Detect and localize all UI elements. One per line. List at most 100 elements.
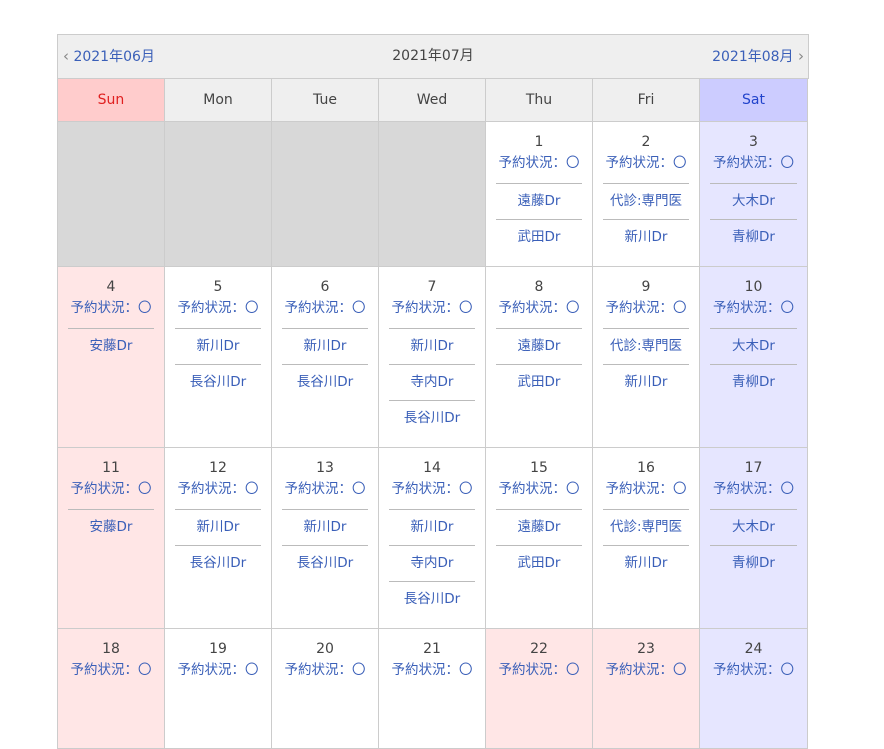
day-number: 8 — [534, 279, 544, 295]
doctor-link[interactable]: 武田Dr — [496, 219, 582, 255]
reservation-status-link[interactable]: 予約状況：〇 — [603, 478, 689, 509]
doctor-link[interactable]: 遠藤Dr — [496, 328, 582, 364]
calendar: ‹ 2021年06月 2021年07月 2021年08月 › Sun Mon T… — [57, 34, 809, 749]
day-cell: 2 予約状況：〇 代診:専門医 新川Dr — [593, 122, 700, 267]
doctor-link[interactable]: 新川Dr — [175, 509, 261, 545]
doctor-link[interactable]: 寺内Dr — [389, 364, 475, 400]
reservation-status-link[interactable]: 予約状況：〇 — [710, 659, 797, 690]
reservation-status-link[interactable]: 予約状況：〇 — [389, 297, 475, 328]
day-cell: 21 予約状況：〇 — [379, 629, 486, 749]
day-cell: 10 予約状況：〇 大木Dr 青柳Dr — [700, 267, 808, 448]
day-number: 11 — [102, 460, 120, 476]
doctor-link[interactable]: 大木Dr — [710, 183, 797, 219]
day-number: 24 — [744, 641, 763, 657]
reservation-status-link[interactable]: 予約状況：〇 — [496, 152, 582, 183]
day-cell: 11 予約状況：〇 安藤Dr — [58, 448, 165, 629]
doctor-link[interactable]: 遠藤Dr — [496, 509, 582, 545]
day-number: 23 — [637, 641, 655, 657]
reservation-status-link[interactable]: 予約状況：〇 — [389, 478, 475, 509]
day-cell-empty — [165, 122, 272, 267]
weekday-header-row: Sun Mon Tue Wed Thu Fri Sat — [58, 79, 809, 122]
reservation-status-link[interactable]: 予約状況：〇 — [710, 478, 797, 509]
doctor-link[interactable]: 新川Dr — [389, 328, 475, 364]
doctor-link[interactable]: 安藤Dr — [68, 509, 154, 545]
day-number: 17 — [744, 460, 763, 476]
next-month-label: 2021年08月 — [712, 49, 794, 65]
weekday-sun: Sun — [58, 79, 165, 122]
day-cell: 12 予約状況：〇 新川Dr 長谷川Dr — [165, 448, 272, 629]
day-number: 4 — [106, 279, 116, 295]
doctor-link[interactable]: 青柳Dr — [710, 545, 797, 581]
reservation-status-link[interactable]: 予約状況：〇 — [282, 297, 368, 328]
day-cell: 7 予約状況：〇 新川Dr 寺内Dr 長谷川Dr — [379, 267, 486, 448]
reservation-status-link[interactable]: 予約状況：〇 — [603, 297, 689, 328]
doctor-link[interactable]: 長谷川Dr — [389, 581, 475, 617]
reservation-status-link[interactable]: 予約状況：〇 — [496, 297, 582, 328]
next-month-link[interactable]: 2021年08月 › — [712, 35, 804, 79]
doctor-link[interactable]: 武田Dr — [496, 545, 582, 581]
month-nav: ‹ 2021年06月 2021年07月 2021年08月 › — [58, 35, 809, 79]
day-number: 5 — [213, 279, 223, 295]
doctor-link[interactable]: 新川Dr — [603, 545, 689, 581]
calendar-body: 1 予約状況：〇 遠藤Dr 武田Dr 2 予約状況：〇 代診:専門医 新川Dr 3 予約状況：〇大… — [58, 122, 809, 749]
day-number: 9 — [641, 279, 651, 295]
reservation-status-link[interactable]: 予約状況：〇 — [389, 659, 475, 690]
doctor-link[interactable]: 長谷川Dr — [389, 400, 475, 436]
doctor-link[interactable]: 大木Dr — [710, 509, 797, 545]
day-number: 19 — [209, 641, 227, 657]
reservation-status-link[interactable]: 予約状況：〇 — [496, 478, 582, 509]
day-number: 6 — [320, 279, 330, 295]
reservation-status-link[interactable]: 予約状況：〇 — [175, 297, 261, 328]
doctor-link[interactable]: 青柳Dr — [710, 364, 797, 400]
doctor-link[interactable]: 新川Dr — [175, 328, 261, 364]
day-number: 20 — [316, 641, 334, 657]
reservation-status-link[interactable]: 予約状況：〇 — [603, 152, 689, 183]
day-cell: 13 予約状況：〇 新川Dr 長谷川Dr — [272, 448, 379, 629]
doctor-link[interactable]: 安藤Dr — [68, 328, 154, 364]
doctor-link[interactable]: 代診:専門医 — [603, 328, 689, 364]
doctor-link[interactable]: 新川Dr — [282, 509, 368, 545]
reservation-status-link[interactable]: 予約状況：〇 — [603, 659, 689, 690]
day-cell: 1 予約状況：〇 遠藤Dr 武田Dr — [486, 122, 593, 267]
doctor-link[interactable]: 代診:専門医 — [603, 509, 689, 545]
day-cell: 14 予約状況：〇 新川Dr 寺内Dr 長谷川Dr — [379, 448, 486, 629]
reservation-status-link[interactable]: 予約状況：〇 — [68, 297, 154, 328]
day-number: 10 — [744, 279, 763, 295]
day-cell-empty — [58, 122, 165, 267]
doctor-link[interactable]: 新川Dr — [603, 364, 689, 400]
day-cell: 17 予約状況：〇 大木Dr 青柳Dr — [700, 448, 808, 629]
reservation-status-link[interactable]: 予約状況：〇 — [68, 478, 154, 509]
reservation-status-link[interactable]: 予約状況：〇 — [175, 478, 261, 509]
day-cell: 6 予約状況：〇 新川Dr 長谷川Dr — [272, 267, 379, 448]
day-number: 7 — [427, 279, 437, 295]
day-cell: 8 予約状況：〇 遠藤Dr 武田Dr — [486, 267, 593, 448]
doctor-link[interactable]: 武田Dr — [496, 364, 582, 400]
doctor-link[interactable]: 新川Dr — [389, 509, 475, 545]
reservation-status-link[interactable]: 予約状況：〇 — [496, 659, 582, 690]
doctor-link[interactable]: 遠藤Dr — [496, 183, 582, 219]
reservation-status-link[interactable]: 予約状況：〇 — [282, 478, 368, 509]
day-number: 22 — [530, 641, 548, 657]
day-cell: 18 予約状況：〇 — [58, 629, 165, 749]
weekday-thu: Thu — [486, 79, 593, 122]
doctor-link[interactable]: 寺内Dr — [389, 545, 475, 581]
reservation-status-link[interactable]: 予約状況：〇 — [710, 152, 797, 183]
doctor-link[interactable]: 大木Dr — [710, 328, 797, 364]
weekday-sat: Sat — [700, 79, 808, 122]
doctor-link[interactable]: 長谷川Dr — [282, 545, 368, 581]
doctor-link[interactable]: 長谷川Dr — [175, 545, 261, 581]
doctor-link[interactable]: 青柳Dr — [710, 219, 797, 255]
reservation-status-link[interactable]: 予約状況：〇 — [282, 659, 368, 690]
day-number: 14 — [423, 460, 441, 476]
day-cell: 22 予約状況：〇 — [486, 629, 593, 749]
doctor-link[interactable]: 代診:専門医 — [603, 183, 689, 219]
reservation-status-link[interactable]: 予約状況：〇 — [68, 659, 154, 690]
doctor-link[interactable]: 新川Dr — [282, 328, 368, 364]
doctor-link[interactable]: 長谷川Dr — [175, 364, 261, 400]
reservation-status-link[interactable]: 予約状況：〇 — [175, 659, 261, 690]
doctor-link[interactable]: 新川Dr — [603, 219, 689, 255]
doctor-link[interactable]: 長谷川Dr — [282, 364, 368, 400]
day-number: 12 — [209, 460, 227, 476]
reservation-status-link[interactable]: 予約状況：〇 — [710, 297, 797, 328]
week-row: 18 予約状況：〇 19 予約状況：〇 20 予約状況：〇 21 予約状況：〇 22 予約状況：〇… — [58, 629, 809, 749]
